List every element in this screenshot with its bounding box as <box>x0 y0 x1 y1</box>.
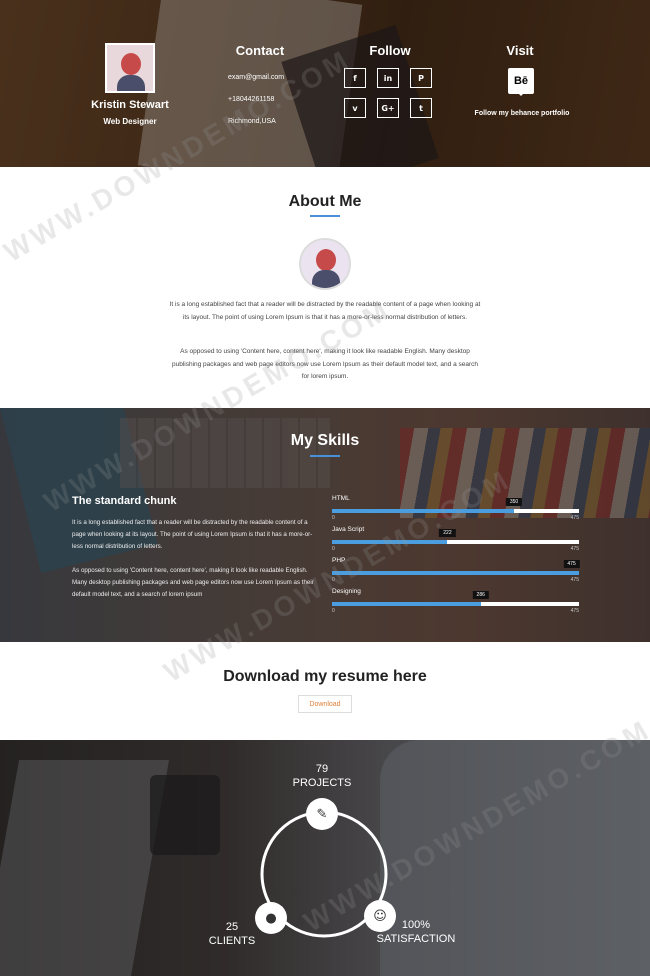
resume-section: Download my resume here Download <box>0 642 650 740</box>
skill-fill <box>332 571 579 575</box>
contact-list: exam@gmail.com +18044261158 Richmond,USA <box>228 67 284 133</box>
stat-label: CLIENTS <box>208 935 256 947</box>
skills-section: My Skills The standard chunk It is a lon… <box>0 408 650 642</box>
stat-satisfaction: 100% SATISFACTION <box>370 918 462 946</box>
contact-title: Contact <box>235 43 285 58</box>
facebook-icon[interactable]: f <box>344 68 366 88</box>
skill-max: 475 <box>570 608 579 614</box>
skill-bar: Java Script 222 0 475 <box>332 524 579 555</box>
skills-subtitle: The standard chunk <box>72 495 177 507</box>
stat-number: 79 <box>315 763 329 775</box>
skill-max: 475 <box>570 577 579 583</box>
header-section: Kristin Stewart Web Designer Contact exa… <box>0 0 650 167</box>
download-button[interactable]: Download <box>298 695 352 713</box>
stat-projects: 79 PROJECTS <box>282 762 362 790</box>
pinterest-icon[interactable]: P <box>410 68 432 88</box>
skill-fill <box>332 540 448 544</box>
behance-link[interactable]: Follow my behance portfolio <box>462 110 582 117</box>
skill-max: 475 <box>570 546 579 552</box>
skill-value: 350 <box>505 498 523 506</box>
about-title: About Me <box>288 193 362 210</box>
contact-location: Richmond,USA <box>228 118 276 125</box>
skills-paragraph: As opposed to using 'Content here, conte… <box>72 567 314 598</box>
resume-title: Download my resume here <box>223 668 427 685</box>
skill-track: 350 <box>332 498 579 513</box>
vimeo-icon[interactable]: v <box>344 98 366 118</box>
skill-value: 475 <box>563 560 580 568</box>
skills-title: My Skills <box>290 432 360 449</box>
stat-clients: 25 CLIENTS <box>200 920 264 948</box>
skill-track: 286 <box>332 591 579 606</box>
skill-label: Designing <box>332 588 361 595</box>
stat-number: 25 <box>225 921 239 933</box>
stat-label: PROJECTS <box>292 777 352 789</box>
tumblr-icon[interactable]: t <box>410 98 432 118</box>
about-section: About Me It is a long established fact t… <box>0 167 650 408</box>
about-paragraph: As opposed to using 'Content here, conte… <box>171 348 479 380</box>
visit-title: Visit <box>506 43 534 58</box>
avatar <box>299 238 351 290</box>
contact-phone[interactable]: +18044261158 <box>228 89 284 111</box>
profile-role: Web Designer <box>103 117 157 126</box>
stats-section: 79 PROJECTS ✎ ● 25 CLIENTS ☺ 100% SATISF… <box>0 740 650 976</box>
skill-min: 0 <box>332 608 335 614</box>
stat-number: 100% <box>401 919 431 931</box>
skill-label: PHP <box>332 557 346 564</box>
skill-value: 222 <box>439 529 456 537</box>
title-underline <box>310 455 340 457</box>
follow-title: Follow <box>369 43 411 58</box>
skill-fill <box>332 509 514 513</box>
profile-name: Kristin Stewart <box>91 99 169 111</box>
google-plus-icon[interactable]: G+ <box>377 98 399 118</box>
skill-bars: HTML 350 0 475 Java Script 222 0 475 PHP 475 0 475 D… <box>332 493 580 617</box>
about-paragraph: It is a long established fact that a rea… <box>169 301 481 321</box>
contact-email[interactable]: exam@gmail.com <box>228 67 284 89</box>
linkedin-icon[interactable]: in <box>377 68 399 88</box>
skill-min: 0 <box>332 577 335 583</box>
skill-track: 475 <box>332 560 580 575</box>
avatar <box>105 43 155 93</box>
profile-card: Kristin Stewart Web Designer <box>88 43 172 126</box>
edit-icon: ✎ <box>306 798 338 830</box>
title-underline <box>310 215 340 217</box>
skill-bar: Designing 286 0 475 <box>332 586 579 617</box>
skill-bar: HTML 350 0 475 <box>332 493 579 524</box>
skill-value: 286 <box>472 591 489 599</box>
skills-paragraph: It is a long established fact that a rea… <box>72 519 313 550</box>
skill-min: 0 <box>332 546 335 552</box>
behance-icon[interactable]: Bē <box>508 68 534 96</box>
stat-label: SATISFACTION <box>376 933 456 945</box>
social-links: f in P v G+ t <box>344 68 438 118</box>
skill-max: 475 <box>570 515 579 521</box>
skill-fill <box>332 602 481 606</box>
skill-min: 0 <box>332 515 335 521</box>
skill-track: 222 <box>332 529 579 544</box>
skill-label: Java Script <box>332 526 365 533</box>
skill-label: HTML <box>332 495 350 502</box>
skill-bar: PHP 475 0 475 <box>332 555 580 586</box>
